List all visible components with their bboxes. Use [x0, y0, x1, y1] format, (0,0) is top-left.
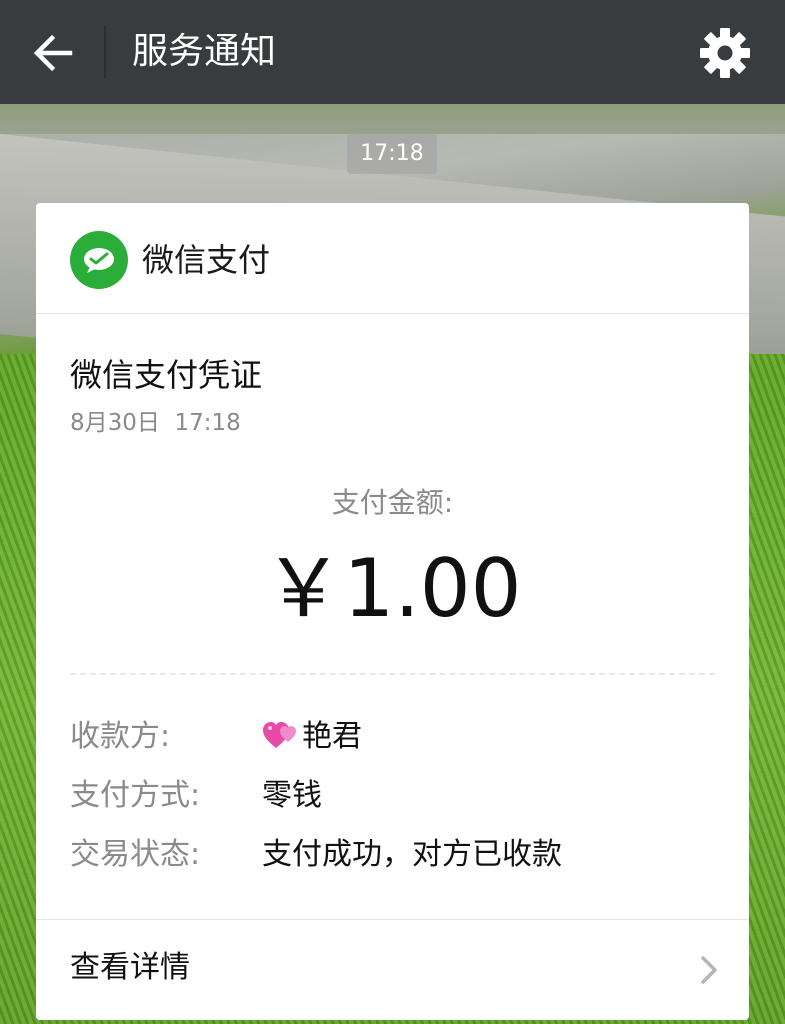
page-title: 服务通知 [132, 31, 277, 72]
top-bar: 服务通知 [0, 0, 785, 104]
card-header: 微信支付 [36, 203, 749, 314]
voucher-title: 微信支付凭证 [70, 356, 263, 394]
payment-notification-card[interactable]: 微信支付 微信支付凭证 8月30日 17:18 支付金额: ￥1.00 收款方:… [36, 203, 749, 1020]
view-details-label: 查看详情 [70, 950, 190, 985]
transaction-status-label: 交易状态: [70, 837, 201, 872]
two-hearts-emoji-icon [263, 722, 296, 748]
gear-icon[interactable] [699, 27, 751, 79]
chevron-right-icon [701, 956, 717, 984]
payee-label: 收款方: [70, 719, 171, 754]
title-divider [104, 26, 106, 78]
view-details-link[interactable]: 查看详情 [36, 919, 749, 1020]
back-arrow-icon[interactable] [30, 30, 76, 76]
brand-name: 微信支付 [142, 241, 271, 279]
wechat-pay-icon [70, 231, 128, 289]
payment-method-value: 零钱 [262, 778, 322, 813]
message-timestamp: 17:18 [347, 134, 437, 174]
amount-value: ￥1.00 [263, 542, 522, 635]
amount-label: 支付金额: [331, 486, 454, 519]
payee-value-container: 艳君 [262, 717, 722, 757]
transaction-status-value: 支付成功，对方已收款 [262, 837, 562, 872]
voucher-date: 8月30日 17:18 [70, 410, 241, 436]
payee-value: 艳君 [302, 719, 362, 754]
background-curb [0, 104, 785, 134]
payment-method-label: 支付方式: [70, 778, 201, 813]
dashed-divider [70, 673, 715, 675]
